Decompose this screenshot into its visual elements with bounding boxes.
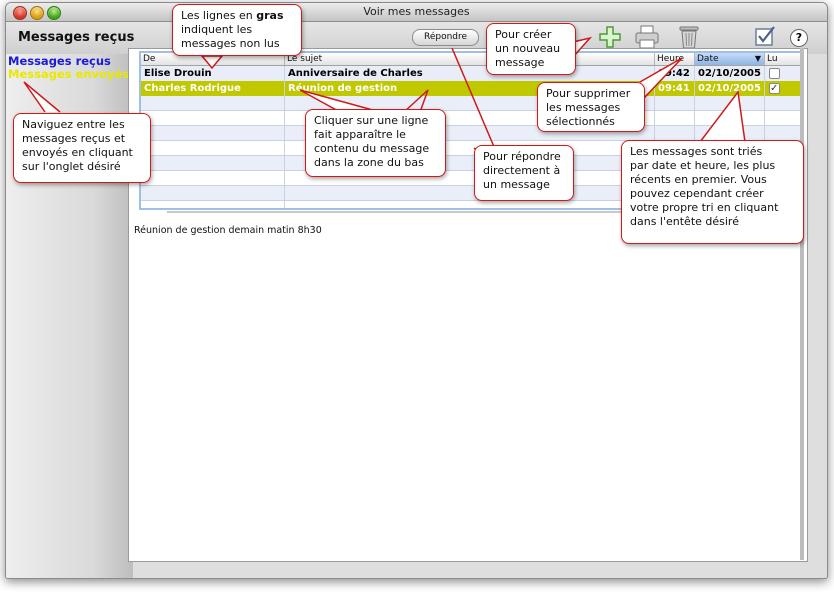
tab-sent-messages[interactable]: Messages envoyés xyxy=(8,67,129,81)
callout-line: contenu du message xyxy=(314,142,430,155)
table-empty-row xyxy=(141,96,801,111)
callout-line: sélectionnés xyxy=(546,115,615,128)
callout-line: récents en premier. Vous xyxy=(630,173,767,186)
tab-received-messages[interactable]: Messages reçus xyxy=(8,54,111,68)
cell-date: 02/10/2005 xyxy=(695,81,765,96)
read-checkbox[interactable] xyxy=(769,68,780,79)
callout-line: dans l'entête désiré xyxy=(630,215,739,228)
callout-line: Pour créer xyxy=(495,28,552,41)
callout-bold-line2: indiquent les xyxy=(181,23,253,36)
callout-line: messages reçus et xyxy=(22,132,126,145)
page-title: Messages reçus xyxy=(18,30,135,45)
column-header-subject[interactable]: Le sujet xyxy=(285,53,655,65)
callout-navigate: Naviguez entre les messages reçus et env… xyxy=(13,113,151,183)
callout-line: sur l'onglet désiré xyxy=(22,160,121,173)
read-checkbox[interactable] xyxy=(769,81,780,96)
callout-line: dans la zone du bas xyxy=(314,156,424,169)
callout-bold-rows: Les lignes en gras indiquent les message… xyxy=(172,4,302,56)
callout-line: un message xyxy=(483,178,550,191)
callout-line: Naviguez entre les xyxy=(22,118,125,131)
column-header-time[interactable]: Heure xyxy=(655,53,695,65)
callout-bold-line1: Les lignes en gras xyxy=(181,9,293,23)
callout-click-row: Cliquer sur une ligne fait apparaître le… xyxy=(305,109,446,177)
callout-sort: Les messages sont triés par date et heur… xyxy=(621,140,804,244)
window-title: Voir mes messages xyxy=(363,5,470,18)
callout-line: fait apparaître le xyxy=(314,128,406,141)
print-icon[interactable] xyxy=(634,24,660,50)
callout-line: envoyés en cliquant xyxy=(22,146,133,159)
cell-subject: Anniversaire de Charles xyxy=(285,66,655,81)
table-row[interactable]: Elise Drouin Anniversaire de Charles 09:42… xyxy=(141,66,801,81)
callout-bold-line1-prefix: Les lignes en xyxy=(181,9,257,22)
callout-bold-line3: messages non lus xyxy=(181,37,280,50)
message-preview: Réunion de gestion demain matin 8h30 xyxy=(134,225,322,236)
content-area: De Le sujet Heure Date ▼ Lu Elise Drouin A… xyxy=(128,48,808,562)
checklist-icon[interactable] xyxy=(754,24,778,48)
callout-line: par date et heure, les plus xyxy=(630,159,776,172)
cell-time: 09:41 xyxy=(655,81,695,96)
read-checkbox-cell xyxy=(765,81,801,96)
title-bar: Voir mes messages xyxy=(6,3,827,22)
callout-line: pouvez cependant créer xyxy=(630,187,764,200)
callout-line: votre propre tri en cliquant xyxy=(630,201,779,214)
callout-delete: Pour supprimer les messages sélectionnés xyxy=(537,82,645,132)
callout-line: message xyxy=(495,56,545,69)
cell-time: 09:42 xyxy=(655,66,695,81)
callout-line: Les messages sont triés xyxy=(630,145,763,158)
vertical-scrollbar[interactable] xyxy=(800,48,804,560)
sort-descending-icon: ▼ xyxy=(754,54,761,63)
table-row[interactable]: Charles Rodrigue Réunion de gestion 09:41 0… xyxy=(141,81,801,96)
table-empty-row xyxy=(141,126,801,141)
cell-from: Charles Rodrigue xyxy=(141,81,285,96)
cell-from: Elise Drouin xyxy=(141,66,285,81)
help-icon[interactable]: ? xyxy=(790,29,808,47)
callout-line: un nouveau xyxy=(495,42,561,55)
callout-line: directement à xyxy=(483,164,561,177)
column-header-read[interactable]: Lu xyxy=(765,53,801,65)
callout-line: Pour supprimer xyxy=(546,87,631,100)
column-header-date-label: Date xyxy=(697,54,719,64)
table-empty-row xyxy=(141,111,801,126)
callout-line: Pour répondre xyxy=(483,150,561,163)
add-icon[interactable] xyxy=(598,25,622,49)
column-header-date[interactable]: Date ▼ xyxy=(695,53,765,65)
reply-button[interactable]: Répondre xyxy=(412,29,479,46)
callout-line: les messages xyxy=(546,101,621,114)
callout-bold-keyword: gras xyxy=(256,9,284,22)
callout-line: Cliquer sur une ligne xyxy=(314,114,429,127)
callout-reply: Pour répondre directement à un message xyxy=(474,145,574,201)
callout-create: Pour créer un nouveau message xyxy=(486,23,576,75)
trash-icon[interactable] xyxy=(678,24,700,50)
cell-date: 02/10/2005 xyxy=(695,66,765,81)
read-checkbox-cell xyxy=(765,66,801,81)
